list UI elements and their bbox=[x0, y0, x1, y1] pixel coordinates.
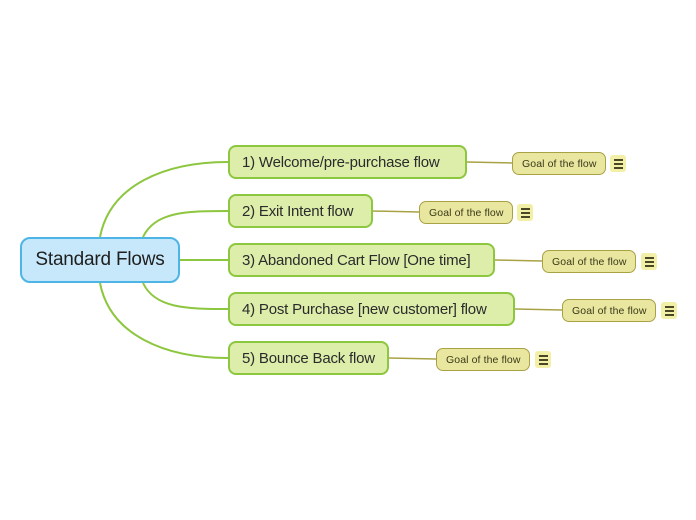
branch-node-4-label: 4) Post Purchase [new customer] flow bbox=[242, 300, 487, 318]
hamburger-bar bbox=[664, 313, 674, 316]
note-icon-3[interactable] bbox=[641, 253, 657, 270]
hamburger-bar bbox=[613, 158, 623, 161]
goal-badge-2[interactable]: Goal of the flow bbox=[419, 201, 513, 224]
hamburger-bar bbox=[613, 162, 623, 165]
edge-root-to-branch-1 bbox=[99, 161, 229, 238]
edge-root-to-branch-4 bbox=[142, 282, 229, 310]
root-node-label: Standard Flows bbox=[35, 249, 165, 270]
branch-node-5-label: 5) Bounce Back flow bbox=[242, 349, 375, 367]
goal-badge-5[interactable]: Goal of the flow bbox=[436, 348, 530, 371]
hamburger-bar bbox=[538, 362, 548, 365]
hamburger-bar bbox=[664, 309, 674, 312]
branch-node-2-label: 2) Exit Intent flow bbox=[242, 202, 354, 220]
edge-branch-2-to-badge bbox=[372, 210, 420, 213]
hamburger-bar bbox=[520, 215, 530, 218]
edge-root-to-branch-5 bbox=[99, 282, 229, 359]
goal-badge-4[interactable]: Goal of the flow bbox=[562, 299, 656, 322]
hamburger-bar bbox=[644, 256, 654, 259]
hamburger-bar bbox=[644, 264, 654, 267]
goal-badge-1[interactable]: Goal of the flow bbox=[512, 152, 606, 175]
note-icon-1[interactable] bbox=[610, 155, 626, 172]
branch-node-5[interactable]: 5) Bounce Back flow bbox=[228, 341, 389, 375]
branch-node-2[interactable]: 2) Exit Intent flow bbox=[228, 194, 373, 228]
note-icon-2[interactable] bbox=[517, 204, 533, 221]
hamburger-bar bbox=[520, 207, 530, 210]
note-icon-4[interactable] bbox=[661, 302, 677, 319]
branch-node-3-label: 3) Abandoned Cart Flow [One time] bbox=[242, 251, 471, 269]
branch-node-4[interactable]: 4) Post Purchase [new customer] flow bbox=[228, 292, 515, 326]
root-node-standard-flows[interactable]: Standard Flows bbox=[20, 237, 180, 283]
hamburger-bar bbox=[538, 354, 548, 357]
goal-badge-5-label: Goal of the flow bbox=[446, 353, 521, 366]
edge-branch-3-to-badge bbox=[494, 259, 543, 262]
branch-node-3[interactable]: 3) Abandoned Cart Flow [One time] bbox=[228, 243, 495, 277]
branch-node-1[interactable]: 1) Welcome/pre-purchase flow bbox=[228, 145, 467, 179]
hamburger-bar bbox=[613, 166, 623, 169]
hamburger-bar bbox=[520, 211, 530, 214]
edge-root-to-branch-2 bbox=[142, 210, 229, 238]
goal-badge-2-label: Goal of the flow bbox=[429, 206, 504, 219]
goal-badge-4-label: Goal of the flow bbox=[572, 304, 647, 317]
edge-branch-1-to-badge bbox=[466, 161, 513, 164]
branch-node-1-label: 1) Welcome/pre-purchase flow bbox=[242, 153, 440, 171]
edge-branch-5-to-badge bbox=[388, 357, 437, 360]
hamburger-bar bbox=[644, 260, 654, 263]
hamburger-bar bbox=[664, 305, 674, 308]
goal-badge-3-label: Goal of the flow bbox=[552, 255, 627, 268]
note-icon-5[interactable] bbox=[535, 351, 551, 368]
mindmap-canvas: Standard Flows 1) Welcome/pre-purchase f… bbox=[0, 0, 696, 520]
hamburger-bar bbox=[538, 358, 548, 361]
edge-branch-4-to-badge bbox=[514, 308, 563, 311]
goal-badge-1-label: Goal of the flow bbox=[522, 157, 597, 170]
goal-badge-3[interactable]: Goal of the flow bbox=[542, 250, 636, 273]
